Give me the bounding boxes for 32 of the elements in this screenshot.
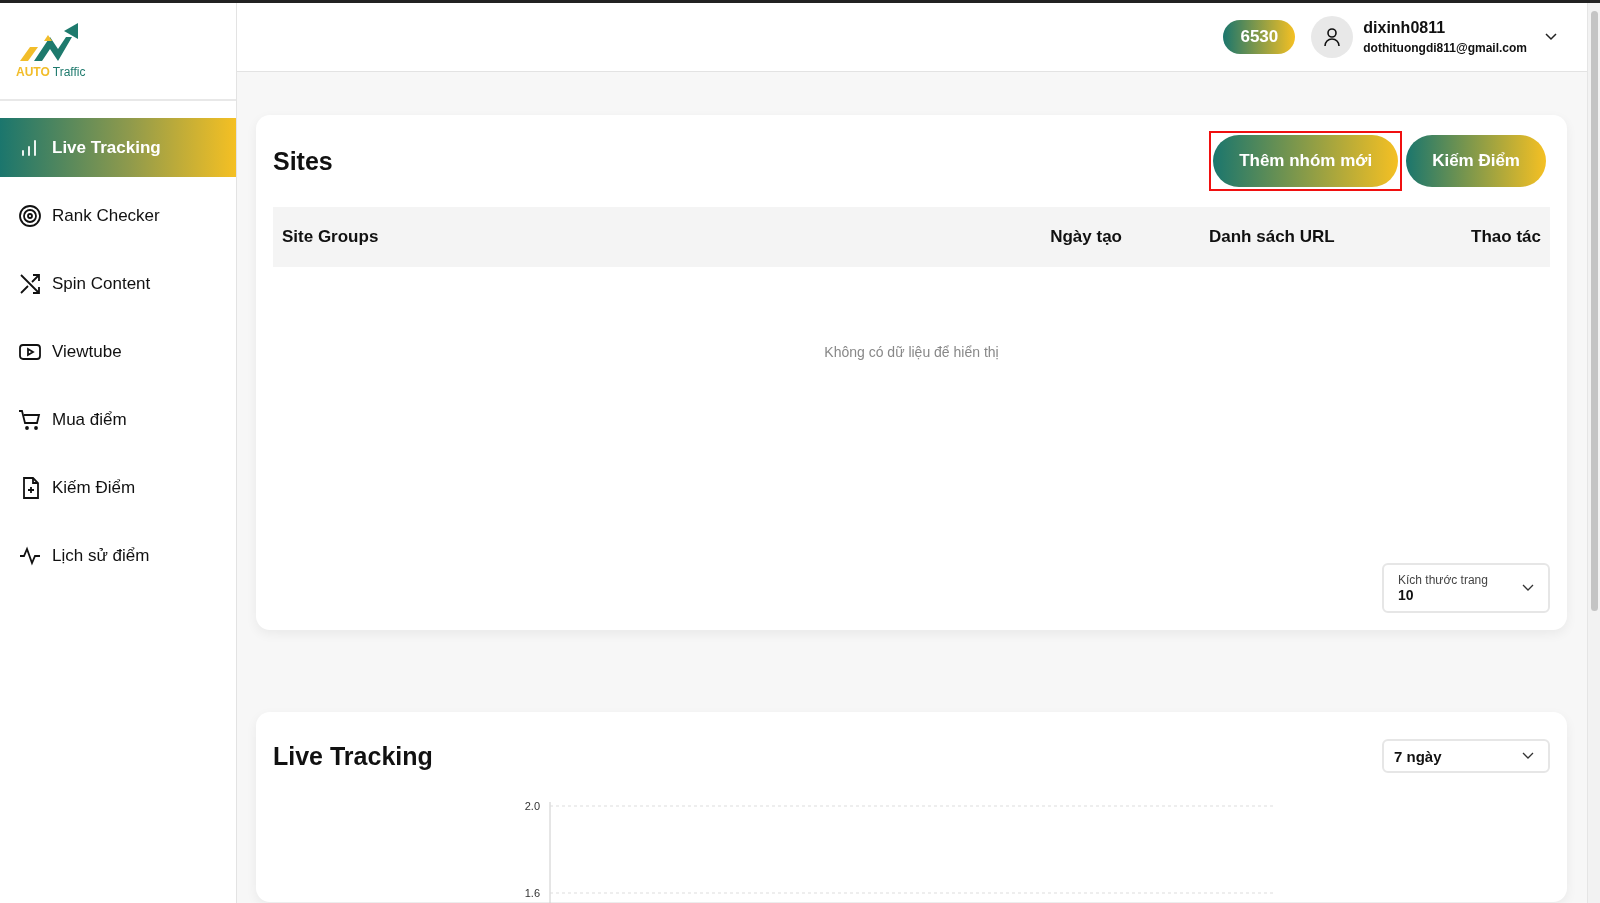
y-tick-label: 2.0	[524, 800, 540, 812]
date-range-select[interactable]: 7 ngày	[1382, 739, 1550, 773]
chevron-icon	[1522, 584, 1534, 592]
column-header: Danh sách URL	[1209, 227, 1336, 247]
empty-message: Không có dữ liệu để hiển thị	[824, 344, 999, 360]
cart-icon	[18, 407, 42, 432]
nav-item[interactable]: Viewtube	[0, 322, 236, 381]
target-icon	[18, 203, 42, 228]
nav-item[interactable]: Mua điểm	[0, 390, 236, 449]
page-size-select[interactable]: Kích thước trang 10	[1382, 563, 1550, 613]
username: dixinh0811	[1363, 19, 1447, 37]
logo-text: Traffic	[52, 65, 86, 79]
nav-item[interactable]: Live Tracking	[0, 118, 236, 177]
nav-item[interactable]: Kiếm Điểm	[0, 458, 236, 517]
card-title: Live Tracking	[273, 741, 433, 771]
nav-item[interactable]: Lịch sử điểm	[0, 526, 236, 585]
card-title: Sites	[273, 146, 333, 176]
points-badge: 6530	[1223, 20, 1296, 54]
logo-text: AUTO	[16, 65, 50, 79]
column-header: Ngày tạo	[1049, 227, 1123, 247]
avatar-icon[interactable]	[1311, 16, 1354, 58]
column-header: Thao tác	[1470, 227, 1541, 247]
nav-item[interactable]: Spin Content	[0, 254, 236, 313]
action-button[interactable]: Kiếm Điểm	[1406, 135, 1546, 187]
user-email: dothituongdi811@gmail.com	[1363, 41, 1527, 55]
y-tick-label: 1.6	[524, 887, 540, 899]
nav-item[interactable]: Rank Checker	[0, 186, 236, 245]
caret-icon[interactable]	[1545, 33, 1557, 41]
column-header: Site Groups	[282, 227, 380, 247]
scrollbar-thumb[interactable]	[1590, 11, 1598, 611]
chevron-icon	[1522, 752, 1534, 760]
shuffle-icon	[18, 271, 42, 296]
